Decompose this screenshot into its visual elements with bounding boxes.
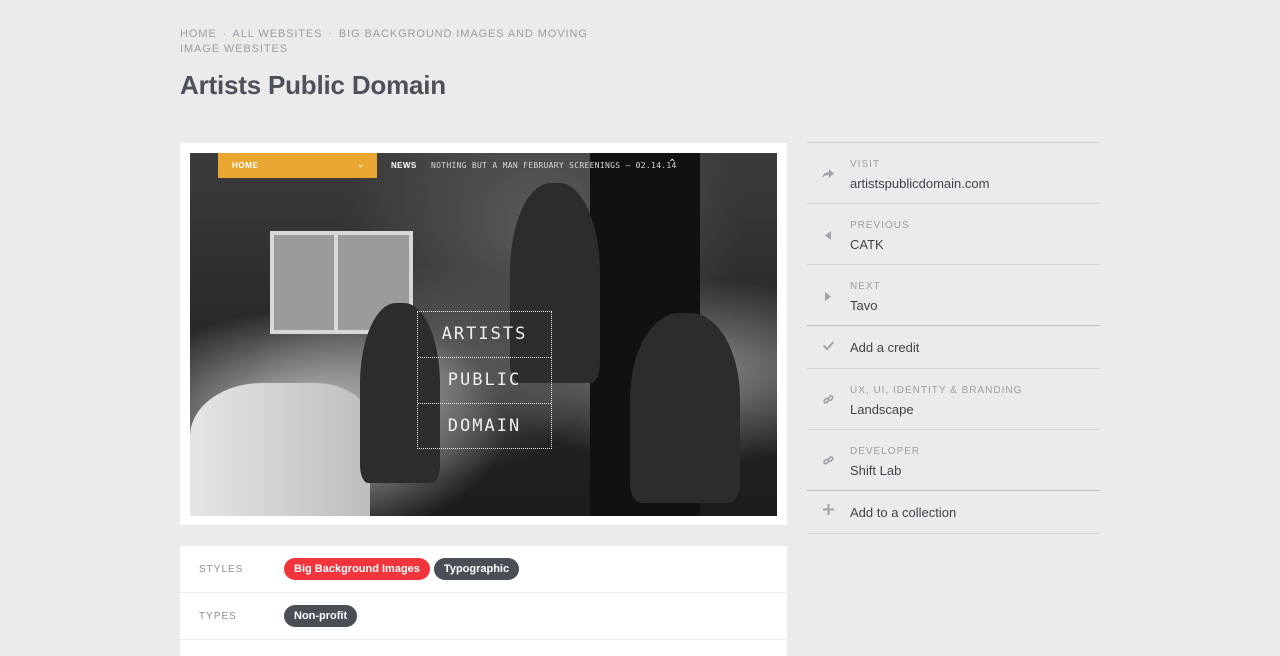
types-label: TYPES	[199, 611, 237, 622]
screenshot-photo-figure	[190, 383, 370, 516]
previous-link[interactable]: PREVIOUS CATK	[807, 204, 1100, 265]
link-icon	[821, 455, 835, 469]
types-row: TYPES Non-profit	[180, 593, 787, 640]
previous-site-name[interactable]: CATK	[850, 237, 884, 252]
visit-link[interactable]: VISIT artistspublicdomain.com	[807, 143, 1100, 204]
breadcrumb-home-link[interactable]: HOME	[180, 28, 217, 40]
visit-url[interactable]: artistspublicdomain.com	[850, 176, 989, 191]
tag-non-profit[interactable]: Non-profit	[284, 605, 358, 627]
website-screenshot-card: HOME ⌄ NEWS NOTHING BUT A MAN FEBRUARY S…	[180, 143, 787, 525]
styles-tags: Big Background Images Typographic	[284, 558, 520, 580]
types-tags: Non-profit	[284, 605, 358, 627]
add-credit-button[interactable]: Add a credit	[807, 326, 1100, 369]
styles-label: STYLES	[199, 564, 244, 575]
tag-big-background-images[interactable]: Big Background Images	[284, 558, 430, 580]
screenshot-nav-label: HOME	[232, 161, 259, 170]
share-arrow-icon	[821, 168, 835, 182]
developer-credit-name[interactable]: Shift Lab	[850, 463, 901, 478]
screenshot-logo: ARTISTS PUBLIC DOMAIN	[417, 311, 552, 449]
chevron-down-icon: ⌄	[356, 159, 365, 169]
website-screenshot[interactable]: HOME ⌄ NEWS NOTHING BUT A MAN FEBRUARY S…	[190, 153, 777, 516]
triangle-left-icon	[821, 229, 835, 243]
tag-typographic[interactable]: Typographic	[433, 558, 520, 580]
add-to-collection-label: Add to a collection	[850, 505, 957, 520]
link-icon	[821, 394, 835, 408]
check-icon	[821, 339, 835, 353]
page-title: Artists Public Domain	[180, 70, 446, 100]
design-credit-label: UX, UI, IDENTITY & BRANDING	[850, 385, 1023, 396]
taxonomy-card: STYLES Big Background Images Typographic…	[180, 546, 787, 656]
screenshot-news-ticker: NOTHING BUT A MAN FEBRUARY SCREENINGS – …	[431, 161, 677, 170]
next-link[interactable]: NEXT Tavo	[807, 265, 1100, 326]
screenshot-logo-line: DOMAIN	[447, 416, 522, 436]
screenshot-logo-line: ARTISTS	[418, 312, 551, 358]
developer-credit-label: DEVELOPER	[850, 446, 921, 457]
next-label: NEXT	[850, 281, 881, 292]
design-credit[interactable]: UX, UI, IDENTITY & BRANDING Landscape	[807, 369, 1100, 430]
breadcrumb-separator: ·	[222, 28, 228, 40]
design-credit-name[interactable]: Landscape	[850, 402, 914, 417]
previous-label: PREVIOUS	[850, 220, 910, 231]
visit-label: VISIT	[850, 159, 881, 170]
screenshot-news-label: NEWS	[391, 161, 417, 170]
screenshot-logo-line: PUBLIC	[418, 358, 551, 404]
chevron-up-icon: ⌃	[668, 158, 677, 169]
add-credit-label: Add a credit	[850, 340, 920, 355]
screenshot-photo-figure	[630, 313, 740, 503]
styles-row: STYLES Big Background Images Typographic	[180, 546, 787, 593]
developer-credit[interactable]: DEVELOPER Shift Lab	[807, 430, 1100, 491]
add-to-collection-button[interactable]: Add to a collection	[807, 491, 1100, 534]
next-site-name[interactable]: Tavo	[850, 298, 877, 313]
breadcrumb-all-websites-link[interactable]: ALL WEBSITES	[233, 28, 323, 40]
breadcrumb-separator: ·	[328, 28, 333, 40]
plus-icon	[821, 504, 835, 518]
screenshot-nav-bar: HOME ⌄	[218, 153, 377, 178]
details-sidebar: VISIT artistspublicdomain.com PREVIOUS C…	[807, 142, 1100, 534]
triangle-right-icon	[821, 290, 835, 304]
breadcrumb: HOME · ALL WEBSITES · BIG BACKGROUND IMA…	[180, 27, 620, 57]
